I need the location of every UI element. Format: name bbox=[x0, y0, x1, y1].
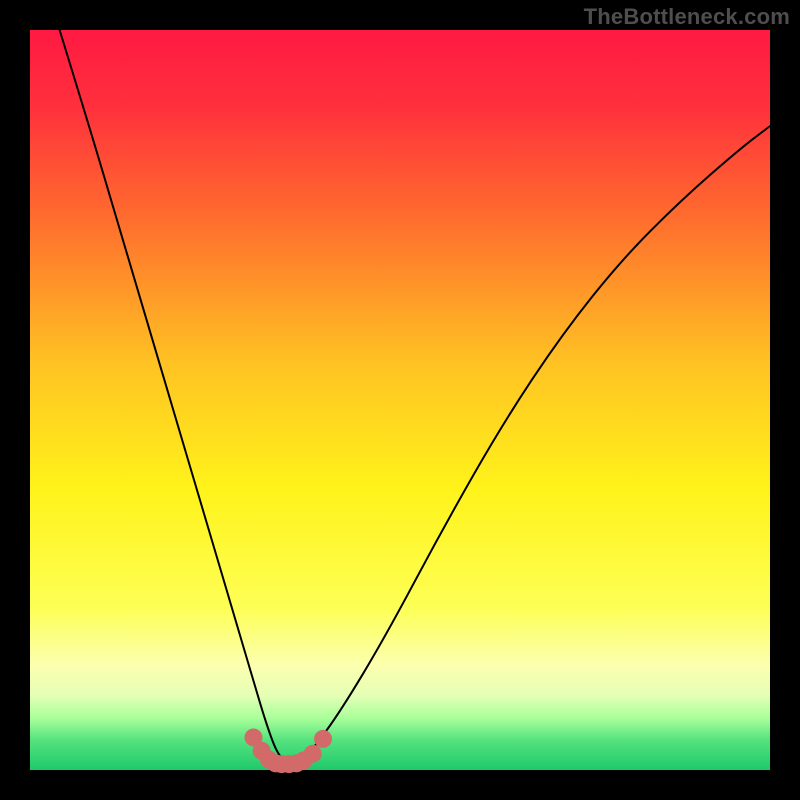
chart-stage: TheBottleneck.com bbox=[0, 0, 800, 800]
plot-background bbox=[30, 30, 770, 770]
watermark-text: TheBottleneck.com bbox=[584, 4, 790, 30]
marker-point bbox=[304, 745, 322, 763]
bottleneck-chart bbox=[0, 0, 800, 800]
marker-point bbox=[314, 730, 332, 748]
